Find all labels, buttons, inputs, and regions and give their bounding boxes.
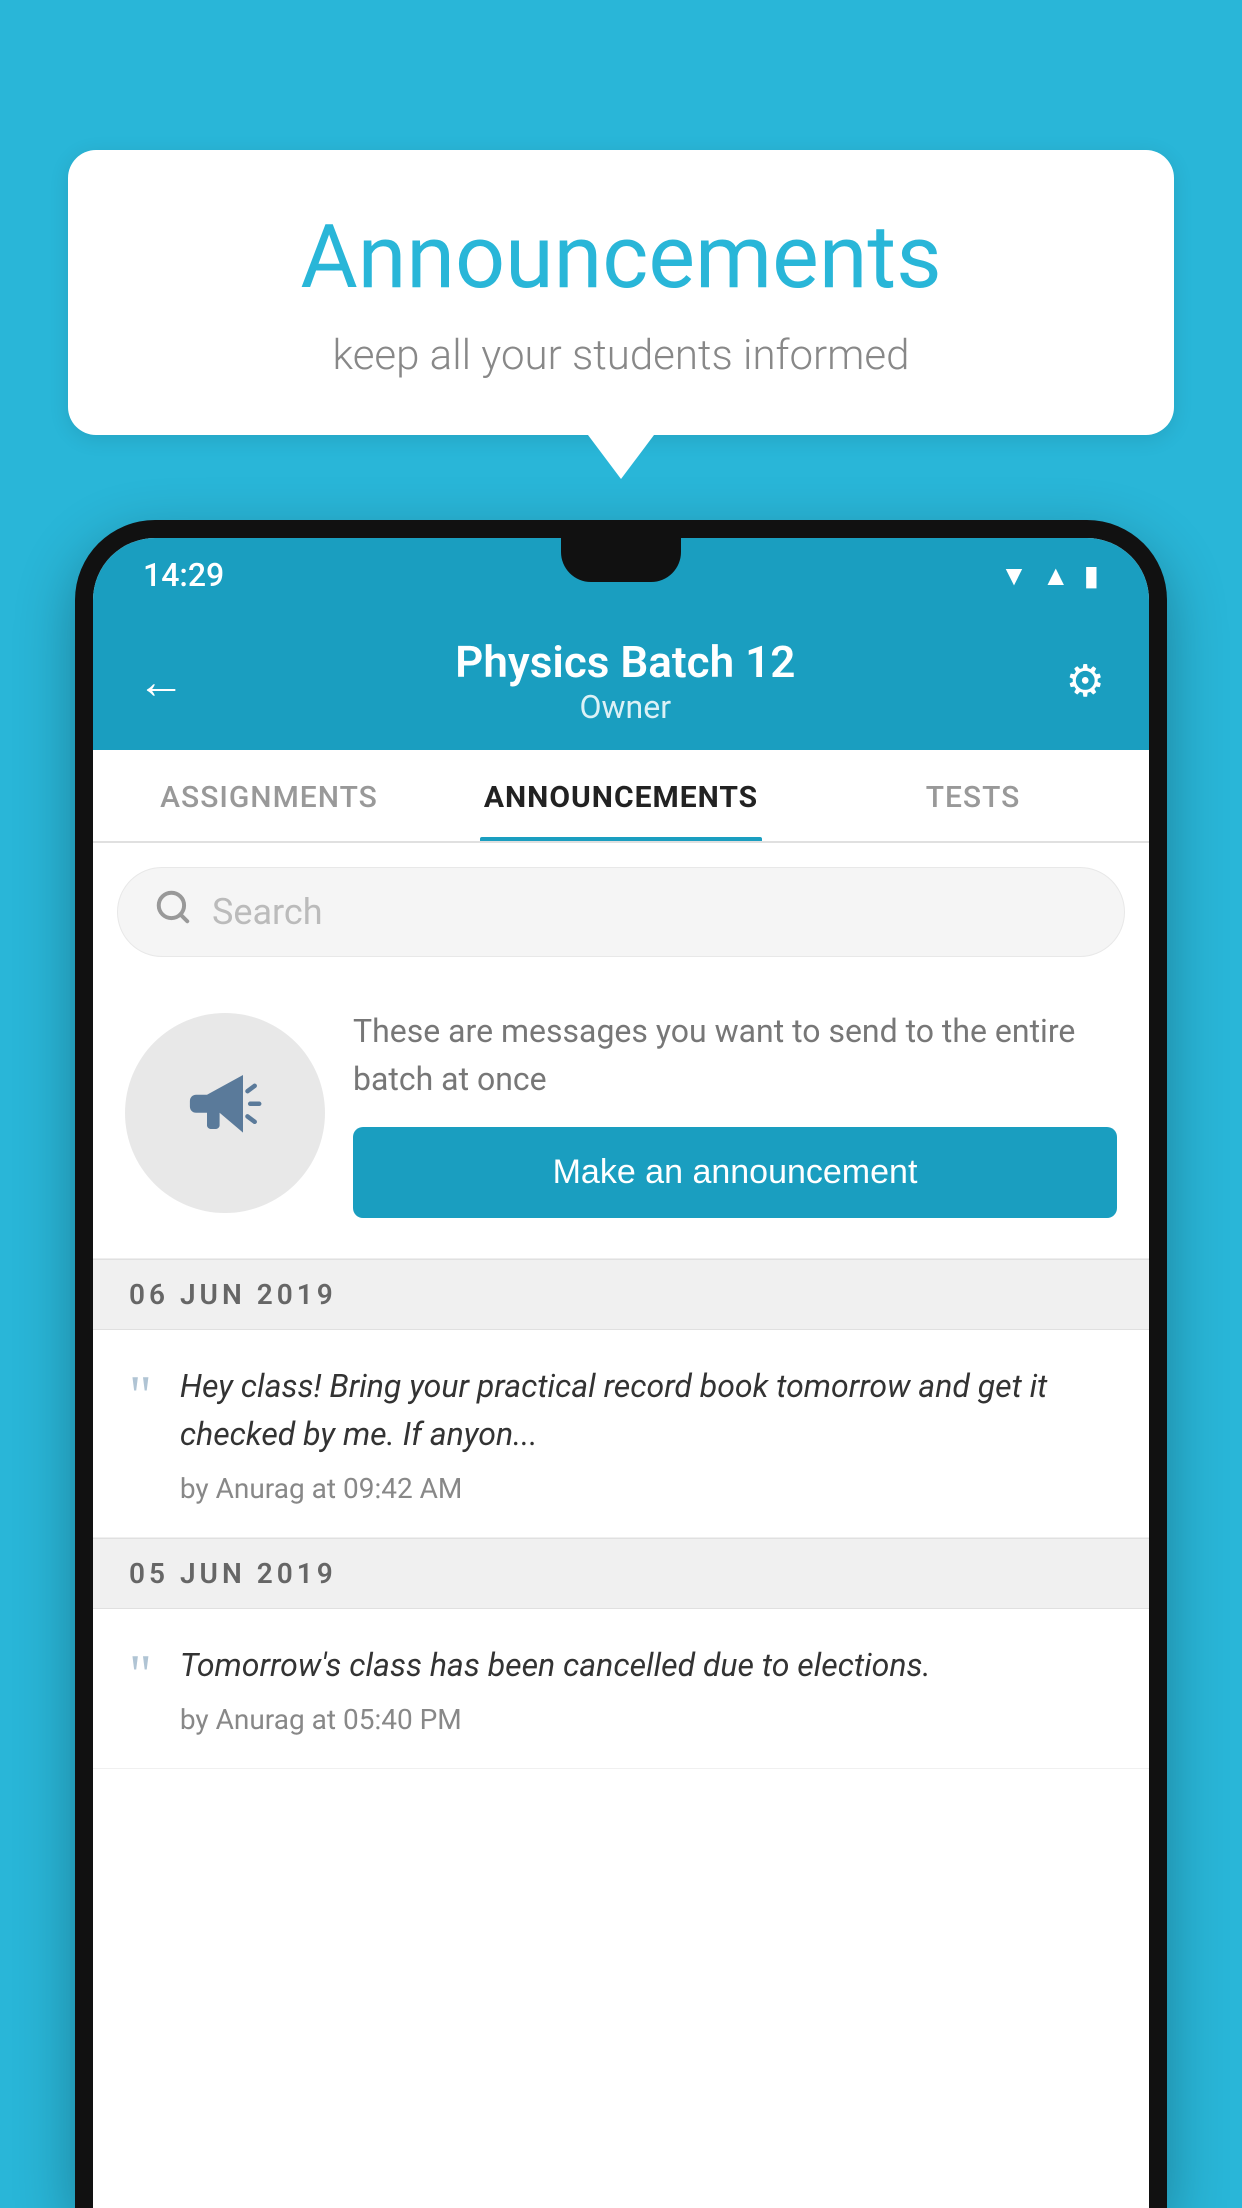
make-announcement-button[interactable]: Make an announcement	[353, 1127, 1117, 1218]
announcement-content-1: Hey class! Bring your practical record b…	[180, 1362, 1113, 1505]
search-icon	[154, 888, 192, 936]
header-title-group: Physics Batch 12 Owner	[455, 636, 795, 726]
announcement-content-2: Tomorrow's class has been cancelled due …	[180, 1641, 1113, 1736]
phone-mockup: 14:29 ▼ ▲ ▮ ← Physics Batch 12 Owner ⚙ A…	[75, 520, 1167, 2208]
quote-icon-2: "	[129, 1647, 152, 1703]
tabs-container: ASSIGNMENTS ANNOUNCEMENTS TESTS	[93, 750, 1149, 843]
speech-bubble-section: Announcements keep all your students inf…	[68, 150, 1174, 435]
batch-title: Physics Batch 12	[455, 636, 795, 688]
quote-icon-1: "	[129, 1368, 152, 1424]
status-time: 14:29	[143, 556, 224, 594]
date-separator-2: 05 JUN 2019	[93, 1538, 1149, 1609]
settings-icon[interactable]: ⚙	[1066, 655, 1105, 707]
bubble-subtitle: keep all your students informed	[138, 331, 1104, 380]
app-header: ← Physics Batch 12 Owner ⚙	[93, 608, 1149, 750]
search-bar[interactable]: Search	[117, 867, 1125, 957]
status-icons: ▼ ▲ ▮	[1000, 559, 1099, 592]
speech-bubble: Announcements keep all your students inf…	[68, 150, 1174, 435]
promo-card: These are messages you want to send to t…	[93, 977, 1149, 1259]
signal-icon: ▲	[1042, 559, 1070, 592]
tab-assignments[interactable]: ASSIGNMENTS	[93, 750, 445, 841]
content-area: Search These are messages you wan	[93, 843, 1149, 2208]
promo-description: These are messages you want to send to t…	[353, 1007, 1117, 1103]
wifi-icon: ▼	[1000, 559, 1028, 592]
phone-inner: 14:29 ▼ ▲ ▮ ← Physics Batch 12 Owner ⚙ A…	[93, 538, 1149, 2208]
battery-icon: ▮	[1084, 559, 1099, 592]
batch-subtitle: Owner	[455, 688, 795, 726]
tab-tests[interactable]: TESTS	[797, 750, 1149, 841]
announcement-item-2: " Tomorrow's class has been cancelled du…	[93, 1609, 1149, 1769]
date-separator-1: 06 JUN 2019	[93, 1259, 1149, 1330]
megaphone-icon	[180, 1057, 270, 1169]
promo-right: These are messages you want to send to t…	[353, 1007, 1117, 1218]
announcement-text-1: Hey class! Bring your practical record b…	[180, 1362, 1113, 1458]
phone-notch	[561, 538, 681, 582]
promo-icon-circle	[125, 1013, 325, 1213]
back-button[interactable]: ←	[137, 653, 185, 710]
bubble-title: Announcements	[138, 210, 1104, 307]
announcement-item-1: " Hey class! Bring your practical record…	[93, 1330, 1149, 1538]
announcement-text-2: Tomorrow's class has been cancelled due …	[180, 1641, 1113, 1689]
announcement-meta-2: by Anurag at 05:40 PM	[180, 1703, 1113, 1736]
tab-announcements[interactable]: ANNOUNCEMENTS	[445, 750, 797, 841]
announcement-meta-1: by Anurag at 09:42 AM	[180, 1472, 1113, 1505]
search-placeholder: Search	[212, 891, 323, 933]
